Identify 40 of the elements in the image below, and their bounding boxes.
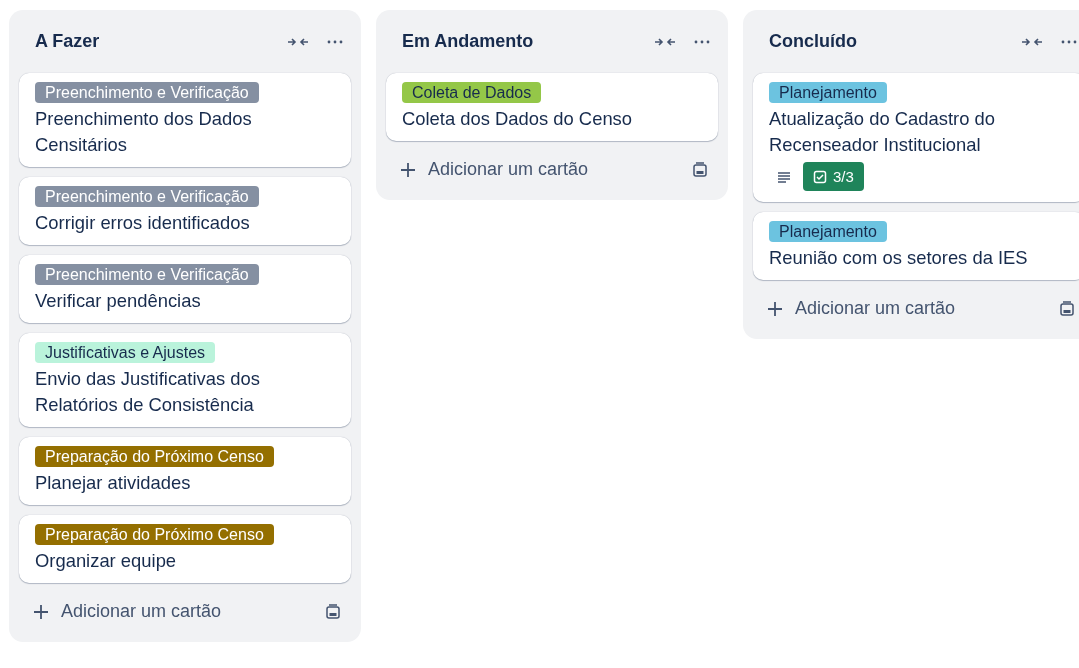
card-label: Preenchimento e Verificação [35, 82, 259, 103]
card-label: Coleta de Dados [402, 82, 542, 103]
list-title[interactable]: Em Andamento [402, 31, 534, 52]
card-title: Atualização do Cadastro do Recenseador Institucional [769, 107, 996, 157]
card-label: Preparação do Próximo Censo [35, 524, 274, 545]
add-card-button[interactable]: Adicionar um cartão [765, 296, 958, 321]
card-label: Planejamento [769, 221, 887, 242]
template-icon[interactable] [690, 159, 710, 180]
card-title: Preenchimento dos Dados Censitários [35, 107, 253, 157]
card[interactable]: Preparação do Próximo Censo Planejar atividades [19, 437, 351, 505]
card-label: Preparação do Próximo Censo [35, 446, 274, 467]
list-title[interactable]: Concluído [769, 31, 857, 52]
card-title: Corrigir erros identificados [35, 211, 250, 235]
card[interactable]: Preparação do Próximo Censo Organizar equipe [19, 515, 351, 583]
card[interactable]: Preenchimento e Verificação Verificar pendências [19, 255, 351, 323]
template-icon[interactable] [1057, 298, 1077, 319]
card-title: Planejar atividades [35, 471, 191, 495]
plus-icon [33, 603, 49, 620]
card[interactable]: Planejamento Atualização do Cadastro do Recenseador Institucional 3/3 [753, 73, 1079, 202]
template-icon[interactable] [323, 601, 343, 622]
card[interactable]: Justificativas e Ajustes Envio das Justificativas dos Relatórios de Consistência [19, 333, 351, 427]
card[interactable]: Planejamento Reunião com os setores da IES [753, 212, 1079, 280]
card-label: Planejamento [769, 82, 887, 103]
plus-icon [400, 161, 416, 178]
add-card-button[interactable]: Adicionar um cartão [31, 599, 224, 624]
list-title[interactable]: A Fazer [35, 31, 100, 52]
card-label: Preenchimento e Verificação [35, 264, 259, 285]
card-title: Verificar pendências [35, 289, 201, 313]
plus-icon [767, 300, 783, 317]
card-label: Justificativas e Ajustes [35, 342, 216, 363]
card[interactable]: Preenchimento e Verificação Corrigir erros identificados [19, 177, 351, 245]
checklist-badge: 3/3 [803, 162, 864, 191]
card-label: Preenchimento e Verificação [35, 186, 259, 207]
card[interactable]: Preenchimento e Verificação Preenchimento dos Dados Censitários [19, 73, 351, 167]
add-card-button[interactable]: Adicionar um cartão [398, 157, 591, 182]
card-title: Coleta dos Dados do Censo [402, 107, 633, 131]
card-title: Organizar equipe [35, 549, 177, 573]
card-title: Envio das Justificativas dos Relatórios de Consistência [35, 367, 261, 417]
card[interactable]: Coleta de Dados Coleta dos Dados do Censo [386, 73, 718, 141]
card-title: Reunião com os setores da IES [769, 246, 1028, 270]
